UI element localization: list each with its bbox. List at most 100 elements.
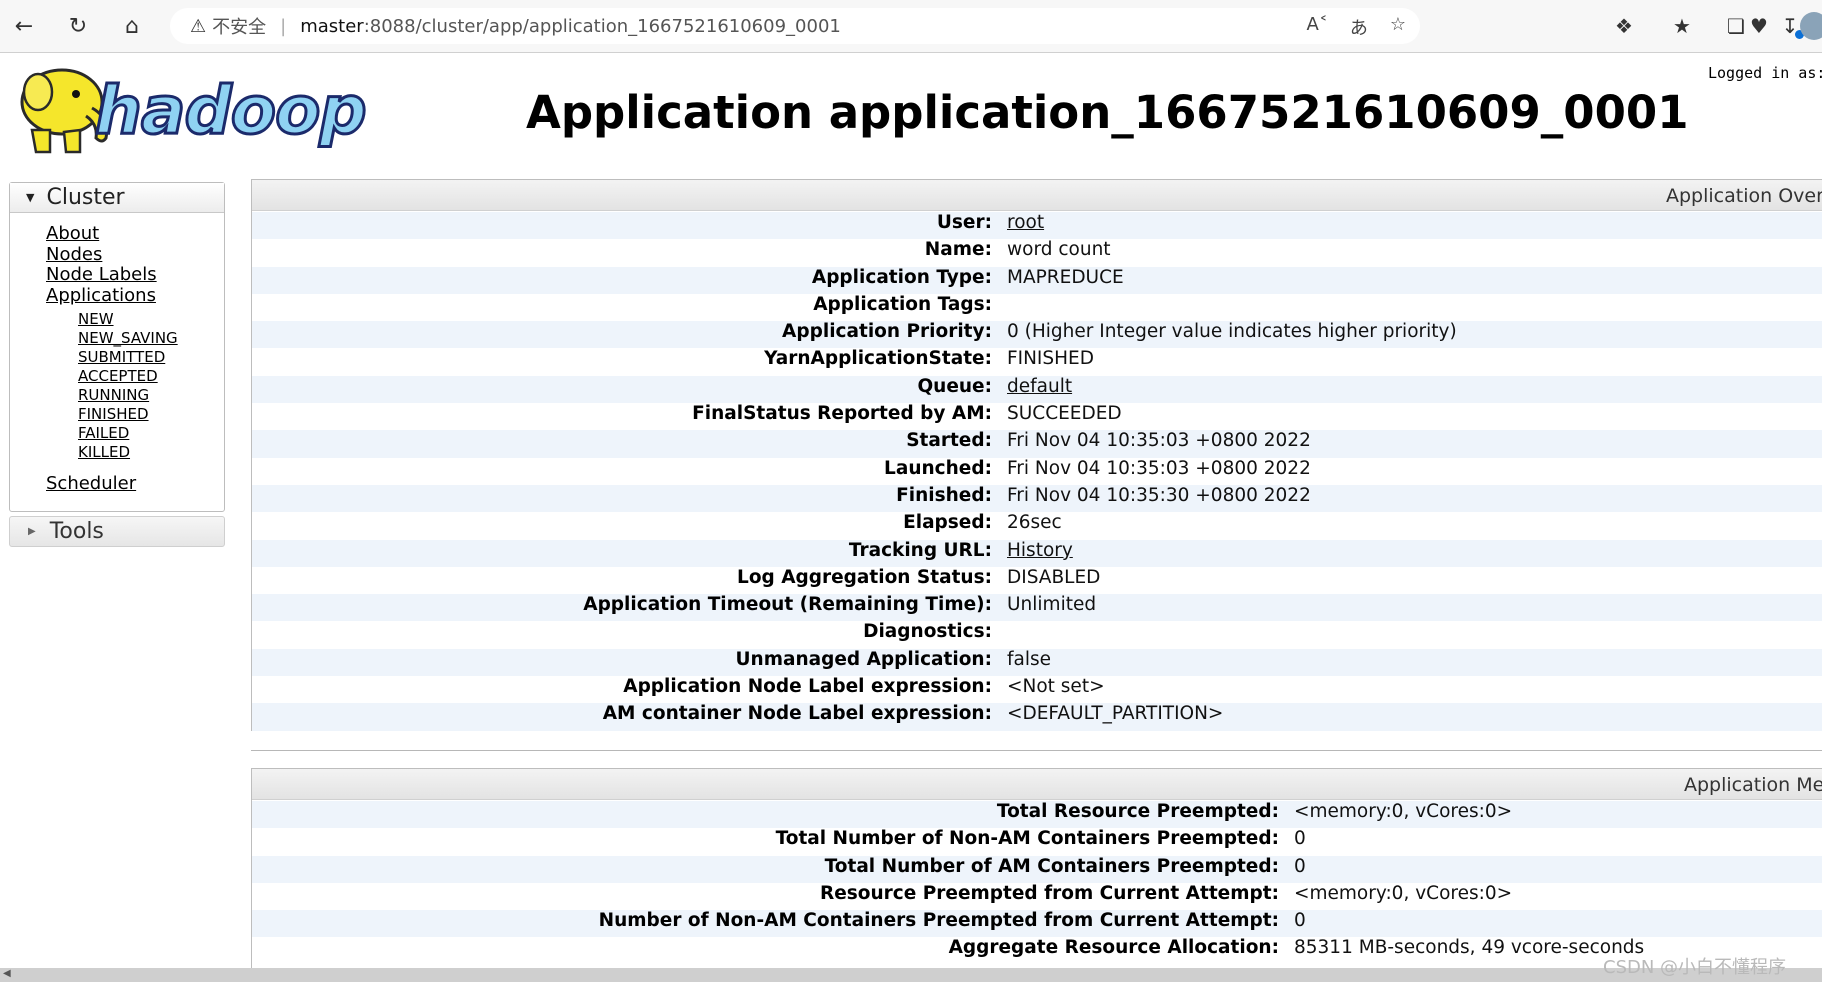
- table-row: YarnApplicationState: FINISHED: [252, 348, 1822, 375]
- back-arrow-icon[interactable]: ←: [8, 10, 40, 42]
- row-key: Application Type:: [811, 266, 992, 288]
- table-row: Application Type: MAPREDUCE: [252, 266, 1822, 294]
- csdn-watermark: CSDN @小白不懂程序: [1603, 957, 1787, 978]
- address-bar[interactable]: ⚠ 不安全 | master:8088/cluster/app/applicat…: [170, 8, 1420, 44]
- row-value: 0: [1294, 855, 1306, 877]
- table-row: Name: word count: [252, 239, 1822, 266]
- row-value-link[interactable]: History: [1007, 540, 1073, 561]
- table-row: Total Resource Preempted: <memory:0, vCor…: [252, 801, 1822, 829]
- row-key: Elapsed:: [903, 512, 992, 534]
- scroll-left-icon[interactable]: ◀: [3, 968, 11, 979]
- cluster-header[interactable]: ▼ Cluster: [10, 183, 224, 213]
- expand-triangle-icon: ▼: [26, 191, 35, 204]
- home-icon[interactable]: ⌂: [116, 10, 148, 42]
- extensions-icon[interactable]: ❖: [1610, 12, 1638, 40]
- table-row: Total Number of AM Containers Preempted:…: [252, 855, 1822, 883]
- nav-applications[interactable]: Applications: [46, 285, 156, 306]
- health-icon[interactable]: ♥: [1745, 12, 1773, 40]
- table-row: User: root: [252, 212, 1822, 240]
- collapse-triangle-icon: ▶: [28, 526, 36, 537]
- nav-state-failed[interactable]: FAILED: [78, 424, 129, 442]
- nav-state-submitted[interactable]: SUBMITTED: [78, 348, 165, 366]
- hadoop-wordmark: hadoop: [94, 71, 369, 151]
- row-key: Number of Non-AM Containers Preempted fr…: [598, 910, 1279, 932]
- table-row: Application Node Label expression: <Not s…: [252, 676, 1822, 703]
- table-row: Number of Non-AM Containers Preempted fr…: [252, 910, 1822, 938]
- table-row: Unmanaged Application: false: [252, 648, 1822, 677]
- row-value-link[interactable]: default: [1007, 376, 1072, 397]
- row-key: Total Resource Preempted:: [996, 801, 1279, 822]
- row-key: Total Number of Non-AM Containers Preemp…: [775, 828, 1279, 850]
- row-key: AM container Node Label expression:: [602, 703, 992, 725]
- metrics-table: Total Resource Preempted: <memory:0, vCor…: [252, 800, 1822, 965]
- row-value: 0: [1294, 828, 1306, 850]
- table-row: Started: Fri Nov 04 10:35:03 +0800 2022: [252, 430, 1822, 458]
- table-row: AM container Node Label expression: <DEFA…: [252, 703, 1822, 731]
- nav-node-labels[interactable]: Node Labels: [46, 264, 157, 285]
- row-key: Started:: [906, 430, 992, 452]
- row-key: User:: [936, 212, 992, 233]
- section-divider: [251, 750, 1822, 751]
- row-value: word count: [1007, 239, 1111, 261]
- row-value: SUCCEEDED: [1007, 403, 1122, 425]
- tools-label: Tools: [49, 519, 104, 544]
- browser-toolbar: ← ↻ ⌂ ⚠ 不安全 | master:8088/cluster/app/ap…: [0, 0, 1822, 53]
- row-value: <memory:0, vCores:0>: [1294, 801, 1513, 822]
- row-key: Application Node Label expression:: [623, 676, 992, 698]
- row-value: false: [1007, 648, 1052, 670]
- row-key: Diagnostics:: [863, 621, 992, 643]
- row-key: Total Number of AM Containers Preempted:: [824, 855, 1279, 877]
- tools-header[interactable]: ▶ Tools: [9, 516, 225, 547]
- table-row: Resource Preempted from Current Attempt:…: [252, 883, 1822, 910]
- row-key: Name:: [924, 239, 992, 261]
- table-row: Queue: default: [252, 375, 1822, 404]
- read-aloud-icon[interactable]: A˂: [1307, 14, 1328, 40]
- nav-state-new-saving[interactable]: NEW_SAVING: [78, 329, 178, 347]
- nav-state-killed[interactable]: KILLED: [78, 443, 130, 461]
- nav-state-new[interactable]: NEW: [78, 310, 114, 328]
- cluster-label: Cluster: [46, 185, 125, 210]
- cluster-nav: ▼ Cluster About Nodes Node Labels Applic…: [9, 182, 225, 512]
- row-key: Log Aggregation Status:: [737, 566, 992, 588]
- insecure-label: 不安全: [212, 17, 267, 38]
- row-value: MAPREDUCE: [1007, 266, 1124, 288]
- nav-state-finished[interactable]: FINISHED: [78, 405, 149, 423]
- nav-nodes[interactable]: Nodes: [46, 244, 102, 265]
- table-row: Diagnostics:: [252, 621, 1822, 648]
- table-row: Elapsed: 26sec: [252, 512, 1822, 539]
- table-row: Launched: Fri Nov 04 10:35:03 +0800 2022: [252, 458, 1822, 485]
- row-value: <DEFAULT_PARTITION>: [1007, 703, 1224, 725]
- application-metrics-panel: Application Me Total Resource Preempted:…: [251, 768, 1822, 970]
- table-row: Tracking URL: History: [252, 539, 1822, 567]
- row-key: Launched:: [884, 457, 992, 479]
- favorites-icon[interactable]: ★: [1668, 12, 1696, 40]
- profile-avatar[interactable]: [1800, 12, 1822, 40]
- warning-icon: ⚠: [190, 15, 207, 37]
- nav-about[interactable]: About: [46, 223, 99, 244]
- add-favorite-icon[interactable]: ☆: [1390, 14, 1406, 40]
- row-key: Finished:: [896, 484, 992, 506]
- url-path: :8088/cluster/app/application_1667521610…: [363, 15, 841, 37]
- row-key: Resource Preempted from Current Attempt:: [819, 882, 1279, 904]
- row-value: DISABLED: [1007, 566, 1101, 588]
- address-separator: |: [280, 15, 287, 37]
- table-row: Application Tags:: [252, 294, 1822, 321]
- nav-state-running[interactable]: RUNNING: [78, 386, 149, 404]
- translate-icon[interactable]: あ: [1350, 14, 1368, 40]
- nav-scheduler[interactable]: Scheduler: [46, 473, 136, 494]
- row-key: Aggregate Resource Allocation:: [948, 937, 1279, 959]
- metrics-header: Application Me: [252, 769, 1822, 800]
- refresh-icon[interactable]: ↻: [62, 10, 94, 42]
- page-title: Application application_1667521610609_00…: [526, 86, 1689, 139]
- logged-in-label: Logged in as:: [1708, 64, 1822, 82]
- row-value: Unlimited: [1007, 594, 1097, 616]
- row-key: YarnApplicationState:: [764, 348, 992, 370]
- row-key: Application Timeout (Remaining Time):: [583, 594, 992, 616]
- horizontal-scrollbar[interactable]: ◀: [0, 968, 1822, 982]
- row-value: 0 (Higher Integer value indicates higher…: [1007, 321, 1457, 343]
- overview-heading: Application Over: [1666, 185, 1822, 207]
- row-value-link[interactable]: root: [1007, 212, 1044, 233]
- row-value: 26sec: [1007, 512, 1062, 534]
- nav-state-accepted[interactable]: ACCEPTED: [78, 367, 158, 385]
- row-value: <memory:0, vCores:0>: [1294, 882, 1513, 904]
